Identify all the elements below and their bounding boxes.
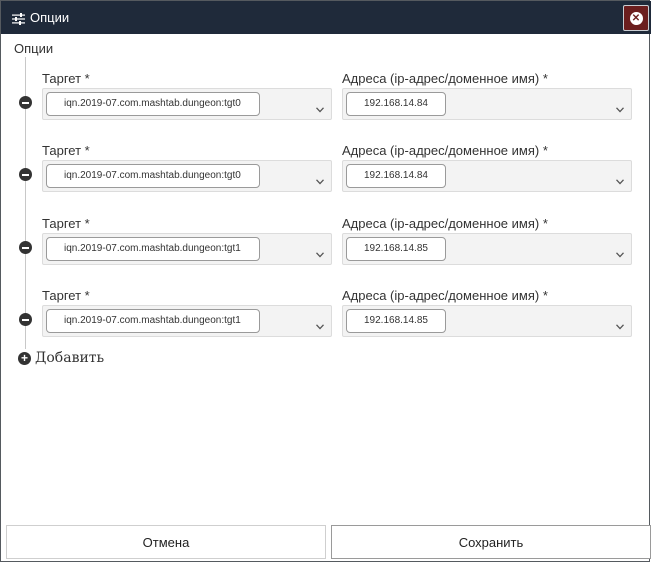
target-select[interactable]: iqn.2019-07.com.mashtab.dungeon:tgt0 (42, 160, 332, 192)
chevron-down-icon (616, 317, 624, 330)
cancel-button[interactable]: Отмена (6, 525, 326, 559)
option-row: Таргет * iqn.2019-07.com.mashtab.dungeon:… (1, 216, 651, 276)
option-row: Таргет * iqn.2019-07.com.mashtab.dungeon:… (1, 71, 651, 131)
remove-row-button[interactable] (19, 313, 32, 326)
address-select[interactable]: 192.168.14.84 (342, 160, 632, 192)
address-value: 192.168.14.84 (346, 164, 446, 188)
address-label: Адреса (ip-адрес/доменное имя) * (342, 216, 548, 231)
target-label: Таргет * (42, 216, 90, 231)
address-value: 192.168.14.85 (346, 237, 446, 261)
minus-icon (22, 173, 29, 176)
target-value: iqn.2019-07.com.mashtab.dungeon:tgt1 (46, 309, 260, 333)
add-label: Добавить (35, 350, 105, 366)
address-label: Адреса (ip-адрес/доменное имя) * (342, 71, 548, 86)
remove-row-button[interactable] (19, 241, 32, 254)
target-select[interactable]: iqn.2019-07.com.mashtab.dungeon:tgt0 (42, 88, 332, 120)
target-value: iqn.2019-07.com.mashtab.dungeon:tgt0 (46, 164, 260, 188)
address-select[interactable]: 192.168.14.84 (342, 88, 632, 120)
address-value: 192.168.14.84 (346, 92, 446, 116)
target-value: iqn.2019-07.com.mashtab.dungeon:tgt1 (46, 237, 260, 261)
minus-icon (22, 246, 29, 249)
target-select[interactable]: iqn.2019-07.com.mashtab.dungeon:tgt1 (42, 233, 332, 265)
address-select[interactable]: 192.168.14.85 (342, 305, 632, 337)
option-row: Таргет * iqn.2019-07.com.mashtab.dungeon:… (1, 143, 651, 203)
close-circle-icon: ✕ (629, 11, 643, 25)
section-label: Опции (14, 41, 54, 56)
target-select[interactable]: iqn.2019-07.com.mashtab.dungeon:tgt1 (42, 305, 332, 337)
chevron-down-icon (316, 245, 324, 258)
chevron-down-icon (316, 172, 324, 185)
option-row: Таргет * iqn.2019-07.com.mashtab.dungeon:… (1, 288, 651, 348)
chevron-down-icon (616, 245, 624, 258)
minus-icon (22, 318, 29, 321)
add-row-button[interactable]: + Добавить (18, 349, 104, 367)
remove-row-button[interactable] (19, 96, 32, 109)
address-select[interactable]: 192.168.14.85 (342, 233, 632, 265)
sliders-icon (12, 12, 25, 25)
target-label: Таргет * (42, 143, 90, 158)
chevron-down-icon (616, 172, 624, 185)
close-button[interactable]: ✕ (623, 5, 649, 31)
target-value: iqn.2019-07.com.mashtab.dungeon:tgt0 (46, 92, 260, 116)
dialog-titlebar: Опции ✕ (1, 1, 651, 34)
address-label: Адреса (ip-адрес/доменное имя) * (342, 288, 548, 303)
plus-circle-icon: + (18, 351, 31, 365)
minus-icon (22, 101, 29, 104)
dialog-title: Опции (30, 10, 70, 25)
address-value: 192.168.14.85 (346, 309, 446, 333)
chevron-down-icon (616, 100, 624, 113)
options-dialog: Опции ✕ Опции Таргет * iqn.2019-07.com.ma… (0, 0, 651, 562)
chevron-down-icon (316, 317, 324, 330)
chevron-down-icon (316, 100, 324, 113)
save-button[interactable]: Сохранить (331, 525, 651, 559)
target-label: Таргет * (42, 71, 90, 86)
remove-row-button[interactable] (19, 168, 32, 181)
target-label: Таргет * (42, 288, 90, 303)
address-label: Адреса (ip-адрес/доменное имя) * (342, 143, 548, 158)
